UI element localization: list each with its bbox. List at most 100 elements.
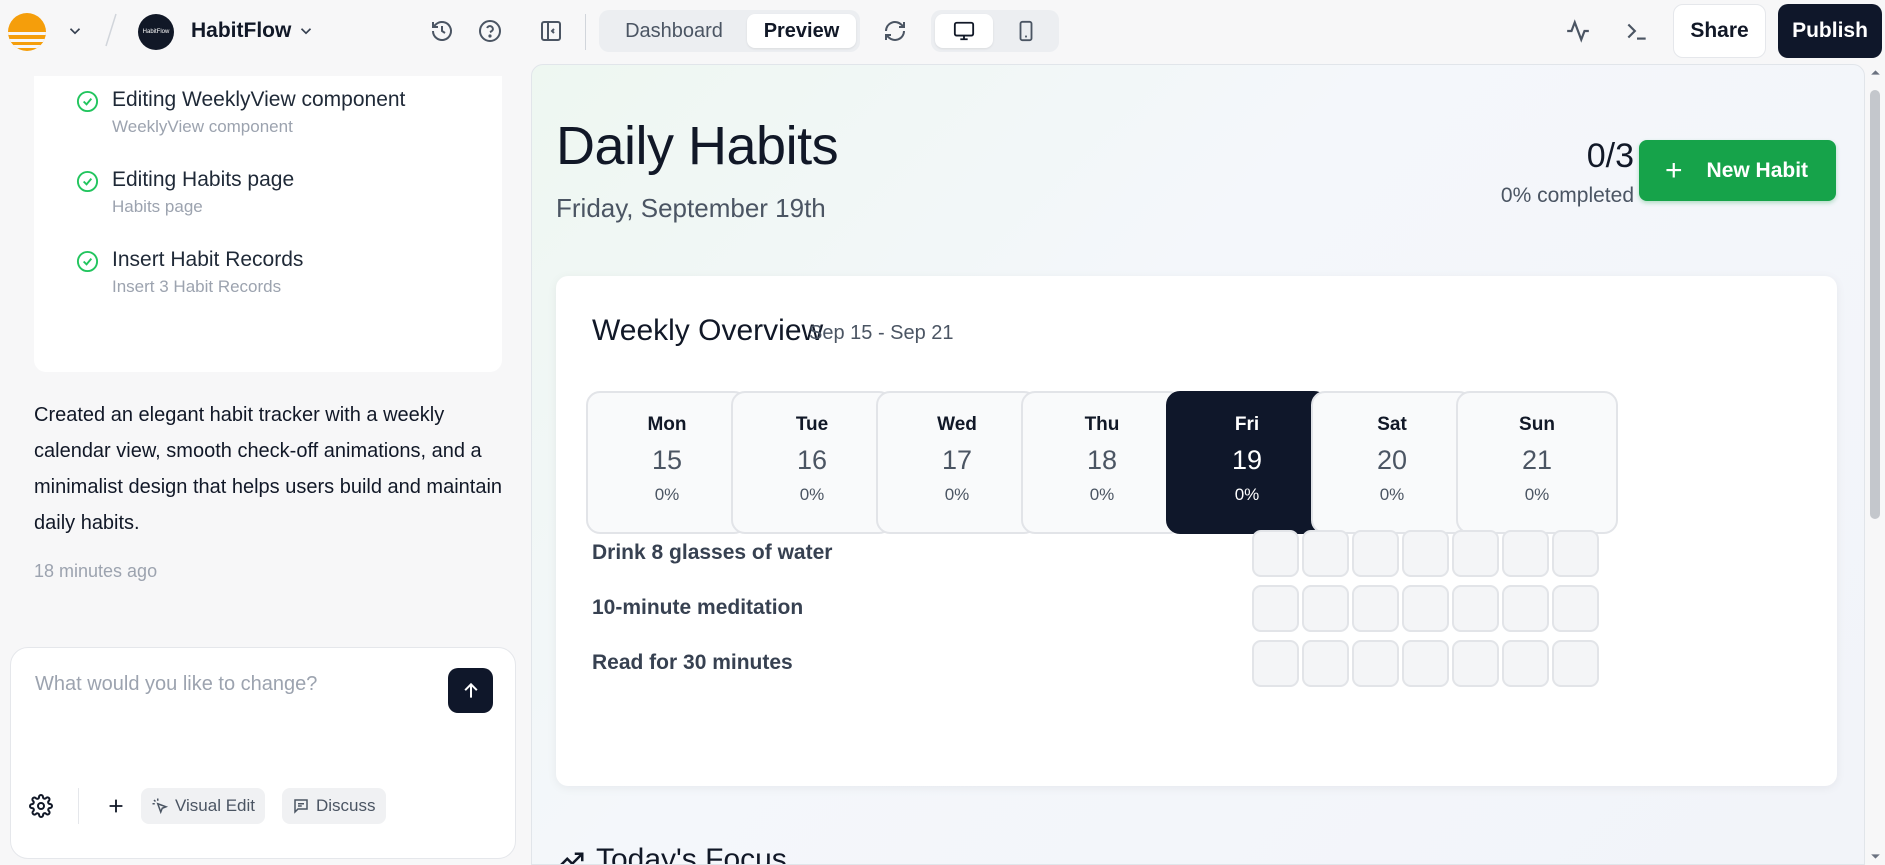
terminal-icon[interactable] (1623, 17, 1651, 45)
habit-day-checkbox[interactable] (1402, 640, 1449, 687)
device-toggle (931, 10, 1059, 52)
desktop-icon[interactable] (935, 14, 993, 48)
check-circle-icon (76, 170, 99, 193)
chat-icon (294, 799, 308, 814)
day-name: Sat (1377, 414, 1407, 435)
day-name: Tue (795, 414, 829, 435)
visual-edit-button[interactable]: Visual Edit (141, 788, 266, 824)
project-name[interactable]: HabitFlow (191, 19, 291, 43)
history-icon[interactable] (428, 17, 456, 45)
habit-day-checkbox[interactable] (1502, 640, 1549, 687)
app-logo-icon[interactable] (8, 13, 46, 51)
activity-icon[interactable] (1564, 17, 1592, 45)
chat-input[interactable]: What would you like to change? (35, 673, 317, 696)
discuss-button[interactable]: Discuss (282, 788, 386, 824)
page-title: Daily Habits (556, 116, 839, 176)
habit-day-checkbox[interactable] (1302, 530, 1349, 577)
check-circle-icon (76, 250, 99, 273)
refresh-icon[interactable] (881, 17, 909, 45)
habit-day-checkbox[interactable] (1452, 640, 1499, 687)
day-card-sun[interactable]: Sun 21 0% (1456, 391, 1618, 534)
habit-name: Read for 30 minutes (592, 651, 793, 674)
view-tabs: Dashboard Preview (599, 10, 860, 52)
habit-day-checkbox[interactable] (1402, 585, 1449, 632)
send-button[interactable] (448, 668, 493, 713)
step-subtitle: WeeklyView component (112, 117, 293, 136)
arrow-up-icon (463, 682, 478, 698)
mobile-icon[interactable] (997, 14, 1055, 48)
day-card-sat[interactable]: Sat 20 0% (1311, 391, 1473, 534)
day-percent: 0% (1234, 485, 1260, 504)
tab-dashboard[interactable]: Dashboard (603, 14, 745, 48)
chevron-down-icon[interactable] (297, 22, 315, 40)
plus-icon[interactable] (102, 792, 130, 820)
habit-day-checkbox[interactable] (1302, 585, 1349, 632)
day-card-tue[interactable]: Tue 16 0% (731, 391, 893, 534)
day-number: 21 (1521, 445, 1553, 475)
app-preview: Daily Habits Friday, September 19th 0/3 … (531, 64, 1865, 865)
plus-icon: + (1665, 153, 1683, 187)
day-card-mon[interactable]: Mon 15 0% (586, 391, 748, 534)
day-card-fri[interactable]: Fri 19 0% (1166, 391, 1328, 534)
day-number: 17 (941, 445, 973, 475)
day-card-thu[interactable]: Thu 18 0% (1021, 391, 1183, 534)
publish-button[interactable]: Publish (1778, 4, 1882, 58)
preview-scrollbar[interactable] (1866, 64, 1885, 865)
weekly-overview-title: Weekly Overview (592, 314, 824, 347)
day-name: Thu (1084, 414, 1120, 435)
habit-day-checkbox[interactable] (1552, 585, 1599, 632)
habit-day-checkbox[interactable] (1452, 585, 1499, 632)
habit-day-checkbox[interactable] (1352, 640, 1399, 687)
new-habit-button[interactable]: + New Habit (1639, 140, 1836, 201)
habit-day-checkbox[interactable] (1552, 640, 1599, 687)
day-name: Fri (1234, 414, 1260, 435)
step-title: Editing Habits page (112, 168, 295, 191)
day-number: 16 (796, 445, 828, 475)
day-name: Sun (1519, 414, 1555, 435)
new-habit-label: New Habit (1706, 158, 1809, 182)
day-number: 18 (1086, 445, 1118, 475)
habit-day-checkbox[interactable] (1552, 530, 1599, 577)
todays-focus-heading: Today's Focus (556, 843, 787, 865)
chat-panel: Editing WeeklyView component WeeklyView … (0, 64, 530, 865)
chat-composer: What would you like to change? Visual Ed… (10, 647, 516, 859)
cursor-click-icon (152, 798, 169, 815)
completion-count: 0/3 (1586, 137, 1634, 175)
habit-day-checkbox[interactable] (1502, 530, 1549, 577)
sidebar-toggle-icon[interactable] (537, 17, 565, 45)
day-percent: 0% (654, 485, 680, 504)
help-icon[interactable] (476, 17, 504, 45)
habit-day-checkbox[interactable] (1452, 530, 1499, 577)
chevron-down-icon[interactable] (66, 22, 84, 40)
day-percent: 0% (944, 485, 970, 504)
habit-day-checkbox[interactable] (1252, 530, 1299, 577)
habit-day-checkbox[interactable] (1252, 640, 1299, 687)
habit-day-checkbox[interactable] (1402, 530, 1449, 577)
project-avatar[interactable]: HabitFlow (138, 14, 174, 50)
habit-day-checkbox[interactable] (1502, 585, 1549, 632)
habit-day-checkbox[interactable] (1252, 585, 1299, 632)
day-number: 20 (1376, 445, 1408, 475)
day-card-wed[interactable]: Wed 17 0% (876, 391, 1038, 534)
check-circle-icon (76, 90, 99, 113)
habit-day-checkbox[interactable] (1302, 640, 1349, 687)
step-subtitle: Habits page (112, 197, 203, 216)
habit-day-checkbox[interactable] (1352, 585, 1399, 632)
day-number: 19 (1231, 445, 1263, 475)
settings-icon[interactable] (27, 792, 55, 820)
todays-focus-title: Today's Focus (596, 843, 787, 865)
top-bar: HabitFlow HabitFlow Dashboard Preview Sh… (0, 0, 1885, 64)
scroll-up-icon[interactable] (1869, 66, 1882, 79)
scroll-down-icon[interactable] (1869, 850, 1882, 863)
tab-preview[interactable]: Preview (747, 14, 856, 48)
scrollbar-thumb[interactable] (1870, 90, 1880, 519)
day-percent: 0% (1379, 485, 1405, 504)
current-date: Friday, September 19th (556, 193, 826, 223)
day-percent: 0% (799, 485, 825, 504)
habit-name: 10-minute meditation (592, 596, 804, 619)
week-range: Sep 15 - Sep 21 (809, 322, 954, 344)
share-button[interactable]: Share (1673, 4, 1766, 58)
habit-day-checkbox[interactable] (1352, 530, 1399, 577)
discuss-label: Discuss (316, 796, 376, 815)
step-title: Insert Habit Records (112, 248, 304, 271)
